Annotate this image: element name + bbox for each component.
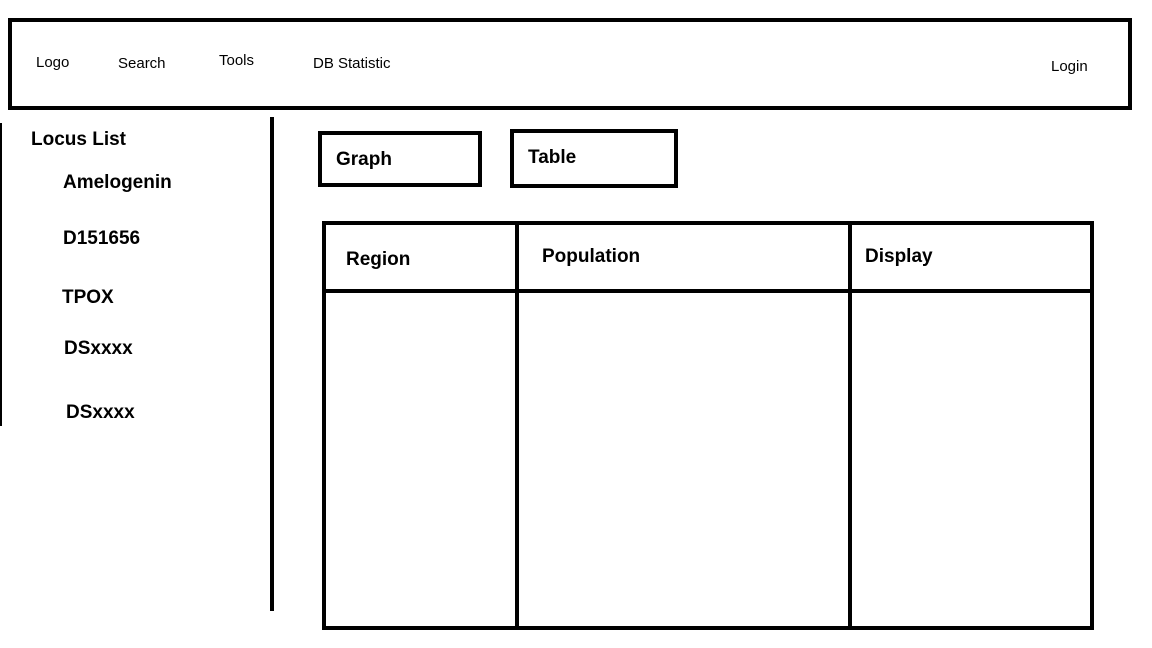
graph-tab-button[interactable]: Graph [318, 131, 482, 187]
column-header-display[interactable]: Display [865, 246, 933, 268]
logo[interactable]: Logo [36, 54, 69, 71]
sidebar-left-border [0, 123, 2, 426]
column-header-population[interactable]: Population [542, 246, 640, 268]
table-cell-region [326, 293, 515, 626]
column-header-region[interactable]: Region [346, 249, 410, 271]
locus-item-dsxxxx-1[interactable]: DSxxxx [64, 338, 133, 360]
table-cell-population [519, 293, 848, 626]
table-tab-button[interactable]: Table [510, 129, 678, 188]
locus-item-amelogenin[interactable]: Amelogenin [63, 172, 172, 194]
top-nav-bar [8, 18, 1132, 110]
login-link[interactable]: Login [1051, 58, 1088, 75]
locus-list-title: Locus List [31, 129, 127, 150]
table-tab-label: Table [528, 147, 577, 168]
locus-item-dsxxxx-2[interactable]: DSxxxx [66, 402, 135, 424]
graph-tab-label: Graph [336, 149, 392, 170]
nav-tools-link[interactable]: Tools [219, 52, 254, 69]
nav-db-statistic-link[interactable]: DB Statistic [313, 55, 391, 72]
sidebar-divider [270, 117, 274, 611]
locus-item-tpox[interactable]: TPOX [62, 287, 114, 309]
locus-item-d151656[interactable]: D151656 [63, 228, 140, 250]
nav-search-link[interactable]: Search [118, 55, 166, 72]
table-cell-display [852, 293, 1090, 626]
